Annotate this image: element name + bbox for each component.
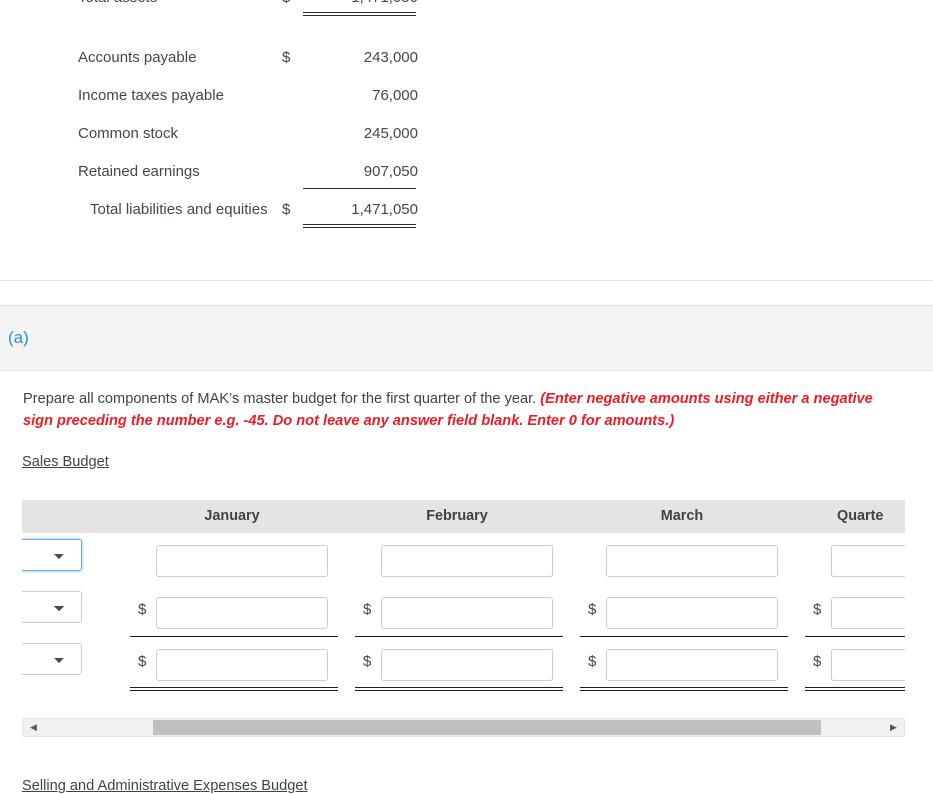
- horizontal-scrollbar[interactable]: ◀ ▶: [22, 718, 905, 737]
- amount-input-march[interactable]: [606, 545, 778, 577]
- amount-input-january[interactable]: [156, 597, 328, 629]
- row-item-select[interactable]: [22, 591, 82, 623]
- balance-sheet-row: Total assets $1,471,050: [0, 0, 933, 16]
- row-item-select[interactable]: [22, 643, 82, 675]
- amount-input-january[interactable]: [156, 545, 328, 577]
- row-item-select[interactable]: [22, 539, 82, 571]
- balance-sheet-label: Total assets: [78, 0, 157, 6]
- currency-symbol: $: [363, 601, 372, 618]
- section-divider: [0, 280, 933, 281]
- currency-symbol: $: [138, 653, 147, 670]
- balance-sheet-row: Accounts payable $243,000: [0, 38, 933, 76]
- amount-value: 1,471,050: [351, 0, 418, 6]
- balance-sheet-label: Income taxes payable: [78, 86, 224, 104]
- amount-input-march[interactable]: [606, 597, 778, 629]
- cell-march: $: [560, 591, 788, 637]
- amount-value: 243,000: [363, 48, 418, 66]
- currency-symbol: $: [282, 200, 291, 218]
- currency-symbol: $: [588, 653, 597, 670]
- row-label-cell: [22, 591, 110, 637]
- cell-february: [335, 539, 560, 585]
- amount-value: 1,471,050: [351, 200, 418, 218]
- currency-symbol: $: [268, 0, 290, 6]
- cell-march: $: [560, 643, 788, 691]
- currency-symbol: $: [282, 48, 291, 66]
- currency-symbol: $: [363, 653, 372, 670]
- currency-symbol: $: [138, 601, 147, 618]
- amount-input-march[interactable]: [606, 649, 778, 681]
- balance-sheet-row: Total liabilities and equities $1,471,05…: [0, 190, 933, 228]
- balance-sheet-amount: 907,050: [268, 163, 418, 180]
- cell-january: $: [110, 643, 338, 691]
- table-row: $ $ $ $: [22, 637, 905, 691]
- amount-input-quarter[interactable]: [831, 597, 905, 629]
- amount-value: 76,000: [372, 86, 418, 104]
- cell-rule-double: [805, 687, 905, 691]
- amount-input-january[interactable]: [156, 649, 328, 681]
- table-row: $ $ $ $: [22, 585, 905, 637]
- scrollbar-thumb[interactable]: [153, 720, 821, 735]
- scroll-right-arrow-icon[interactable]: ▶: [885, 719, 902, 736]
- amount-value: 245,000: [363, 124, 418, 142]
- balance-sheet-amount: 76,000: [268, 87, 418, 104]
- amount-input-february[interactable]: [381, 597, 553, 629]
- question-prompt: Prepare all components of MAK’s master b…: [23, 388, 895, 432]
- amount-input-february[interactable]: [381, 649, 553, 681]
- row-label-cell: [22, 539, 110, 585]
- balance-sheet: Total assets $1,471,050 Accounts payable…: [0, 0, 933, 228]
- cell-quarter: [785, 539, 905, 585]
- cell-rule-double: [355, 687, 563, 691]
- amount-value: 907,050: [363, 162, 418, 180]
- cell-rule-double: [580, 687, 788, 691]
- cell-march: [560, 539, 785, 585]
- column-header-quarter: Quarte: [837, 508, 884, 524]
- scroll-left-arrow-icon[interactable]: ◀: [25, 719, 42, 736]
- table-header-row: January February March Quarte: [22, 500, 905, 533]
- cell-february: $: [335, 643, 563, 691]
- cell-january: $: [110, 591, 338, 637]
- selling-admin-budget-heading[interactable]: Selling and Administrative Expenses Budg…: [22, 778, 308, 794]
- subtotal-rule-single: [303, 188, 416, 189]
- balance-sheet-amount: $243,000: [268, 49, 418, 66]
- amount-input-quarter[interactable]: [831, 649, 905, 681]
- part-label: (a): [8, 328, 29, 347]
- balance-sheet-amount: 245,000: [268, 125, 418, 142]
- column-header-january: January: [204, 508, 260, 524]
- sales-budget-table: January February March Quarte $ $ $ $ $ …: [22, 500, 905, 710]
- row-label-cell: [22, 643, 110, 689]
- question-text: Prepare all components of MAK’s master b…: [23, 391, 541, 407]
- cell-quarter: $: [785, 591, 905, 637]
- amount-input-quarter[interactable]: [831, 545, 905, 577]
- balance-sheet-label: Retained earnings: [78, 162, 200, 180]
- balance-sheet-label: Total liabilities and equities: [90, 200, 268, 218]
- sales-budget-heading[interactable]: Sales Budget: [22, 454, 109, 470]
- table-row: [22, 533, 905, 585]
- cell-quarter: $: [785, 643, 905, 691]
- part-a-band: (a): [0, 305, 933, 371]
- total-rule-double: [303, 12, 416, 16]
- balance-sheet-amount: $1,471,050: [268, 201, 418, 218]
- balance-sheet-label: Common stock: [78, 124, 179, 142]
- currency-symbol: $: [813, 653, 822, 670]
- currency-symbol: $: [588, 601, 597, 618]
- balance-sheet-row: Income taxes payable 76,000: [0, 76, 933, 114]
- currency-symbol: $: [813, 601, 822, 618]
- balance-sheet-label: Accounts payable: [78, 48, 197, 66]
- cell-rule-double: [130, 687, 338, 691]
- balance-sheet-amount: $1,471,050: [268, 0, 418, 6]
- column-header-march: March: [660, 508, 704, 524]
- balance-sheet-row: Common stock 245,000: [0, 114, 933, 152]
- balance-sheet-row: Retained earnings 907,050: [0, 152, 933, 190]
- amount-input-february[interactable]: [381, 545, 553, 577]
- cell-february: $: [335, 591, 563, 637]
- grand-total-rule-double: [303, 224, 416, 228]
- column-header-february: February: [426, 508, 488, 524]
- cell-january: [110, 539, 335, 585]
